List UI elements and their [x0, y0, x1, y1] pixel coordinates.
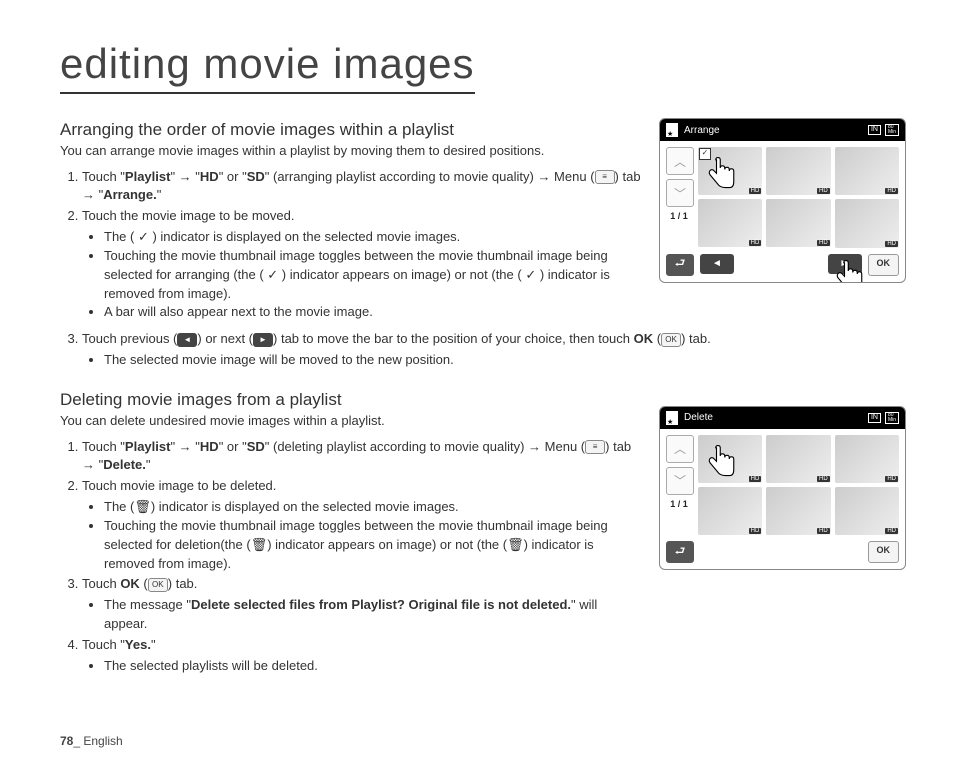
hd-badge: HD [749, 528, 762, 534]
battery-icon: 80 Min [885, 412, 899, 424]
hd-badge: HD [885, 241, 898, 247]
arrange-bullet-3: A bar will also appear next to the movie… [104, 303, 641, 322]
ok-icon: OK [661, 333, 681, 347]
section-arrange-intro: You can arrange movie images within a pl… [60, 142, 641, 160]
arrange-step-2: Touch the movie image to be moved. The (… [82, 207, 641, 322]
section-arrange-wrap: Arranging the order of movie images with… [60, 112, 904, 326]
hd-badge: HD [817, 528, 830, 534]
hd-badge: HD [885, 476, 898, 482]
movie-thumbnail[interactable]: HD [698, 199, 762, 247]
delete-bullet-3: The message "Delete selected files from … [104, 596, 641, 634]
page-title: editing movie images [60, 40, 475, 94]
hd-badge: HD [749, 476, 762, 482]
delete-step-1: Touch "Playlist" → "HD" or "SD" (deletin… [82, 438, 641, 476]
playlist-doc-icon [666, 411, 678, 425]
hd-badge: HD [749, 188, 762, 194]
hand-pointer-icon [706, 443, 736, 481]
hd-badge: HD [817, 240, 830, 246]
scroll-up-button[interactable]: ︿ [666, 435, 694, 463]
ok-button[interactable]: OK [868, 254, 900, 276]
page-indicator: 1 / 1 [666, 211, 692, 221]
movie-thumbnail[interactable]: HD [835, 199, 899, 247]
delete-bullet-2: Touching the movie thumbnail image toggl… [104, 517, 641, 574]
movie-thumbnail[interactable]: HD [766, 199, 830, 247]
figure-arrange: Arrange IN 80 Min ︿ ﹀ 1 / 1 ✓ HD [659, 118, 906, 283]
figure-delete: Delete IN 80 Min ︿ ﹀ 1 / 1 HD [659, 406, 906, 571]
storage-in-icon: IN [868, 125, 881, 135]
menu-icon: ≡ [595, 170, 615, 184]
next-icon: ► [253, 333, 273, 347]
ok-button[interactable]: OK [868, 541, 900, 563]
thumbnail-grid: HD HD HD HD HD HD [698, 435, 899, 536]
menu-icon: ≡ [585, 440, 605, 454]
figure-delete-header: Delete IN 80 Min [660, 407, 905, 429]
arrange-bullet-1: The ( ✓ ) indicator is displayed on the … [104, 228, 641, 247]
playlist-doc-icon [666, 123, 678, 137]
thumbnail-grid: ✓ HD HD HD HD HD HD [698, 147, 899, 248]
movie-thumbnail[interactable]: HD [766, 487, 830, 535]
page-indicator: 1 / 1 [666, 499, 692, 509]
arrange-bullet-2: Touching the movie thumbnail image toggl… [104, 247, 641, 304]
section-delete-intro: You can delete undesired movie images wi… [60, 412, 641, 430]
ok-icon: OK [148, 578, 168, 592]
delete-step-2: Touch movie image to be deleted. The (🗑)… [82, 477, 641, 573]
battery-icon: 80 Min [885, 124, 899, 136]
hd-badge: HD [885, 528, 898, 534]
manual-page: editing movie images Arranging the order… [0, 0, 954, 766]
section-arrange-heading: Arranging the order of movie images with… [60, 120, 641, 140]
movie-thumbnail[interactable]: HD [835, 487, 899, 535]
hd-badge: HD [749, 240, 762, 246]
movie-thumbnail[interactable]: HD [835, 147, 899, 195]
page-footer: 78_ English [60, 734, 123, 748]
page-number: 78 [60, 734, 73, 748]
storage-in-icon: IN [868, 413, 881, 423]
prev-nav-button[interactable]: ◄ [700, 254, 734, 274]
section-delete-heading: Deleting movie images from a playlist [60, 390, 641, 410]
checkmark-icon: ✓ [699, 148, 711, 160]
arrange-step-3: Touch previous (◄) or next (►) tab to mo… [82, 330, 904, 370]
figure-arrange-title: Arrange [684, 125, 720, 136]
footer-language: English [83, 734, 122, 748]
scroll-up-button[interactable]: ︿ [666, 147, 694, 175]
movie-thumbnail[interactable]: HD [766, 147, 830, 195]
section-delete-wrap: Deleting movie images from a playlist Yo… [60, 382, 904, 680]
figure-delete-title: Delete [684, 412, 713, 423]
delete-step-4: Touch "Yes." The selected playlists will… [82, 636, 641, 676]
prev-icon: ◄ [177, 333, 197, 347]
figure-arrange-header: Arrange IN 80 Min [660, 119, 905, 141]
hand-pointer-icon [834, 258, 864, 283]
delete-bullet-4: The selected playlists will be deleted. [104, 657, 641, 676]
movie-thumbnail[interactable]: ✓ HD [698, 147, 762, 195]
movie-thumbnail[interactable]: HD [835, 435, 899, 483]
hd-badge: HD [885, 188, 898, 194]
back-button[interactable]: ⮐ [666, 254, 694, 276]
next-nav-button[interactable]: ► [828, 254, 862, 274]
arrange-step-1: Touch "Playlist" → "HD" or "SD" (arrangi… [82, 168, 641, 206]
scroll-down-button[interactable]: ﹀ [666, 179, 694, 207]
hd-badge: HD [817, 476, 830, 482]
movie-thumbnail[interactable]: HD [698, 487, 762, 535]
delete-step-3: Touch OK (OK) tab. The message "Delete s… [82, 575, 641, 634]
movie-thumbnail[interactable]: HD [698, 435, 762, 483]
hd-badge: HD [817, 188, 830, 194]
hand-pointer-icon [706, 155, 736, 193]
delete-bullet-1: The (🗑) indicator is displayed on the se… [104, 498, 641, 517]
movie-thumbnail[interactable]: HD [766, 435, 830, 483]
back-button[interactable]: ⮐ [666, 541, 694, 563]
arrange-bullet-4: The selected movie image will be moved t… [104, 351, 904, 370]
scroll-down-button[interactable]: ﹀ [666, 467, 694, 495]
